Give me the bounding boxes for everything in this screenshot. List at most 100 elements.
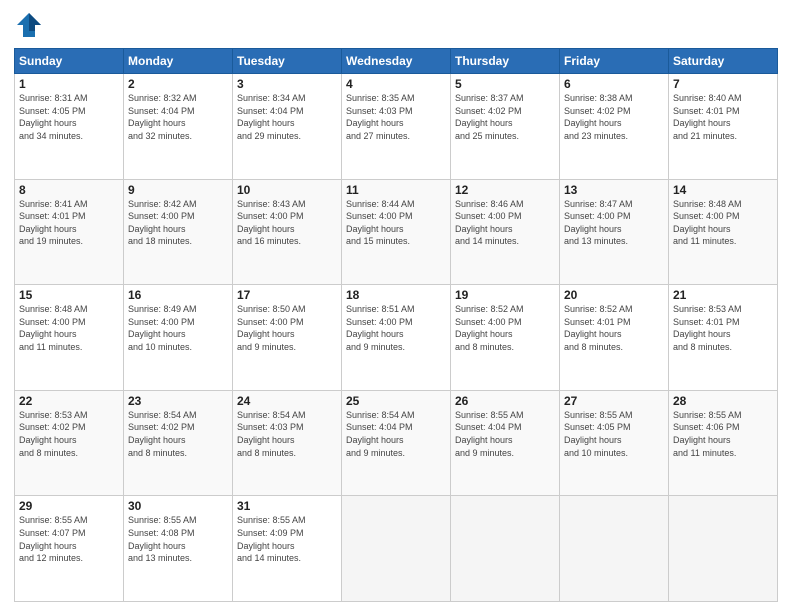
week-row-3: 15 Sunrise: 8:48 AM Sunset: 4:00 PM Dayl… — [15, 285, 778, 391]
day-number: 16 — [128, 288, 228, 302]
dow-header-tuesday: Tuesday — [233, 49, 342, 74]
day-cell-6: 6 Sunrise: 8:38 AM Sunset: 4:02 PM Dayli… — [560, 74, 669, 180]
dow-header-thursday: Thursday — [451, 49, 560, 74]
day-number: 9 — [128, 183, 228, 197]
day-number: 5 — [455, 77, 555, 91]
week-row-1: 1 Sunrise: 8:31 AM Sunset: 4:05 PM Dayli… — [15, 74, 778, 180]
week-row-4: 22 Sunrise: 8:53 AM Sunset: 4:02 PM Dayl… — [15, 390, 778, 496]
day-number: 14 — [673, 183, 773, 197]
day-detail: Sunrise: 8:55 AM Sunset: 4:07 PM Dayligh… — [19, 514, 119, 564]
day-number: 19 — [455, 288, 555, 302]
day-number: 29 — [19, 499, 119, 513]
day-cell-31: 31 Sunrise: 8:55 AM Sunset: 4:09 PM Dayl… — [233, 496, 342, 602]
day-cell-27: 27 Sunrise: 8:55 AM Sunset: 4:05 PM Dayl… — [560, 390, 669, 496]
dow-header-friday: Friday — [560, 49, 669, 74]
main-container: SundayMondayTuesdayWednesdayThursdayFrid… — [0, 0, 792, 612]
day-number: 31 — [237, 499, 337, 513]
day-cell-7: 7 Sunrise: 8:40 AM Sunset: 4:01 PM Dayli… — [669, 74, 778, 180]
day-detail: Sunrise: 8:54 AM Sunset: 4:02 PM Dayligh… — [128, 409, 228, 459]
calendar-table: SundayMondayTuesdayWednesdayThursdayFrid… — [14, 48, 778, 602]
day-cell-12: 12 Sunrise: 8:46 AM Sunset: 4:00 PM Dayl… — [451, 179, 560, 285]
day-detail: Sunrise: 8:52 AM Sunset: 4:00 PM Dayligh… — [455, 303, 555, 353]
day-detail: Sunrise: 8:50 AM Sunset: 4:00 PM Dayligh… — [237, 303, 337, 353]
day-of-week-header-row: SundayMondayTuesdayWednesdayThursdayFrid… — [15, 49, 778, 74]
day-number: 10 — [237, 183, 337, 197]
day-cell-19: 19 Sunrise: 8:52 AM Sunset: 4:00 PM Dayl… — [451, 285, 560, 391]
day-cell-23: 23 Sunrise: 8:54 AM Sunset: 4:02 PM Dayl… — [124, 390, 233, 496]
day-cell-8: 8 Sunrise: 8:41 AM Sunset: 4:01 PM Dayli… — [15, 179, 124, 285]
day-number: 15 — [19, 288, 119, 302]
day-detail: Sunrise: 8:35 AM Sunset: 4:03 PM Dayligh… — [346, 92, 446, 142]
day-number: 3 — [237, 77, 337, 91]
day-detail: Sunrise: 8:49 AM Sunset: 4:00 PM Dayligh… — [128, 303, 228, 353]
day-cell-18: 18 Sunrise: 8:51 AM Sunset: 4:00 PM Dayl… — [342, 285, 451, 391]
day-number: 17 — [237, 288, 337, 302]
day-detail: Sunrise: 8:40 AM Sunset: 4:01 PM Dayligh… — [673, 92, 773, 142]
day-number: 11 — [346, 183, 446, 197]
day-cell-25: 25 Sunrise: 8:54 AM Sunset: 4:04 PM Dayl… — [342, 390, 451, 496]
day-cell-4: 4 Sunrise: 8:35 AM Sunset: 4:03 PM Dayli… — [342, 74, 451, 180]
day-number: 28 — [673, 394, 773, 408]
day-number: 24 — [237, 394, 337, 408]
day-detail: Sunrise: 8:47 AM Sunset: 4:00 PM Dayligh… — [564, 198, 664, 248]
header — [14, 10, 778, 40]
day-cell-30: 30 Sunrise: 8:55 AM Sunset: 4:08 PM Dayl… — [124, 496, 233, 602]
day-number: 2 — [128, 77, 228, 91]
calendar-body: 1 Sunrise: 8:31 AM Sunset: 4:05 PM Dayli… — [15, 74, 778, 602]
day-number: 21 — [673, 288, 773, 302]
logo — [14, 10, 48, 40]
day-cell-11: 11 Sunrise: 8:44 AM Sunset: 4:00 PM Dayl… — [342, 179, 451, 285]
day-detail: Sunrise: 8:52 AM Sunset: 4:01 PM Dayligh… — [564, 303, 664, 353]
day-detail: Sunrise: 8:34 AM Sunset: 4:04 PM Dayligh… — [237, 92, 337, 142]
week-row-2: 8 Sunrise: 8:41 AM Sunset: 4:01 PM Dayli… — [15, 179, 778, 285]
day-number: 25 — [346, 394, 446, 408]
day-cell-20: 20 Sunrise: 8:52 AM Sunset: 4:01 PM Dayl… — [560, 285, 669, 391]
day-number: 20 — [564, 288, 664, 302]
empty-cell — [669, 496, 778, 602]
day-detail: Sunrise: 8:55 AM Sunset: 4:06 PM Dayligh… — [673, 409, 773, 459]
empty-cell — [560, 496, 669, 602]
day-cell-14: 14 Sunrise: 8:48 AM Sunset: 4:00 PM Dayl… — [669, 179, 778, 285]
day-detail: Sunrise: 8:31 AM Sunset: 4:05 PM Dayligh… — [19, 92, 119, 142]
dow-header-sunday: Sunday — [15, 49, 124, 74]
day-cell-10: 10 Sunrise: 8:43 AM Sunset: 4:00 PM Dayl… — [233, 179, 342, 285]
day-number: 6 — [564, 77, 664, 91]
dow-header-monday: Monday — [124, 49, 233, 74]
day-number: 1 — [19, 77, 119, 91]
day-detail: Sunrise: 8:48 AM Sunset: 4:00 PM Dayligh… — [673, 198, 773, 248]
day-cell-15: 15 Sunrise: 8:48 AM Sunset: 4:00 PM Dayl… — [15, 285, 124, 391]
day-cell-1: 1 Sunrise: 8:31 AM Sunset: 4:05 PM Dayli… — [15, 74, 124, 180]
logo-icon — [14, 10, 44, 40]
day-number: 7 — [673, 77, 773, 91]
day-cell-28: 28 Sunrise: 8:55 AM Sunset: 4:06 PM Dayl… — [669, 390, 778, 496]
day-cell-3: 3 Sunrise: 8:34 AM Sunset: 4:04 PM Dayli… — [233, 74, 342, 180]
day-cell-21: 21 Sunrise: 8:53 AM Sunset: 4:01 PM Dayl… — [669, 285, 778, 391]
day-cell-17: 17 Sunrise: 8:50 AM Sunset: 4:00 PM Dayl… — [233, 285, 342, 391]
day-detail: Sunrise: 8:55 AM Sunset: 4:09 PM Dayligh… — [237, 514, 337, 564]
day-cell-22: 22 Sunrise: 8:53 AM Sunset: 4:02 PM Dayl… — [15, 390, 124, 496]
day-detail: Sunrise: 8:46 AM Sunset: 4:00 PM Dayligh… — [455, 198, 555, 248]
day-number: 26 — [455, 394, 555, 408]
day-detail: Sunrise: 8:43 AM Sunset: 4:00 PM Dayligh… — [237, 198, 337, 248]
day-detail: Sunrise: 8:42 AM Sunset: 4:00 PM Dayligh… — [128, 198, 228, 248]
day-cell-13: 13 Sunrise: 8:47 AM Sunset: 4:00 PM Dayl… — [560, 179, 669, 285]
day-detail: Sunrise: 8:55 AM Sunset: 4:04 PM Dayligh… — [455, 409, 555, 459]
empty-cell — [451, 496, 560, 602]
day-detail: Sunrise: 8:53 AM Sunset: 4:01 PM Dayligh… — [673, 303, 773, 353]
day-detail: Sunrise: 8:44 AM Sunset: 4:00 PM Dayligh… — [346, 198, 446, 248]
day-detail: Sunrise: 8:48 AM Sunset: 4:00 PM Dayligh… — [19, 303, 119, 353]
day-detail: Sunrise: 8:54 AM Sunset: 4:04 PM Dayligh… — [346, 409, 446, 459]
day-detail: Sunrise: 8:37 AM Sunset: 4:02 PM Dayligh… — [455, 92, 555, 142]
day-number: 12 — [455, 183, 555, 197]
day-detail: Sunrise: 8:55 AM Sunset: 4:05 PM Dayligh… — [564, 409, 664, 459]
day-cell-29: 29 Sunrise: 8:55 AM Sunset: 4:07 PM Dayl… — [15, 496, 124, 602]
day-detail: Sunrise: 8:54 AM Sunset: 4:03 PM Dayligh… — [237, 409, 337, 459]
day-detail: Sunrise: 8:41 AM Sunset: 4:01 PM Dayligh… — [19, 198, 119, 248]
day-cell-2: 2 Sunrise: 8:32 AM Sunset: 4:04 PM Dayli… — [124, 74, 233, 180]
day-detail: Sunrise: 8:38 AM Sunset: 4:02 PM Dayligh… — [564, 92, 664, 142]
day-number: 13 — [564, 183, 664, 197]
dow-header-saturday: Saturday — [669, 49, 778, 74]
day-number: 22 — [19, 394, 119, 408]
day-number: 4 — [346, 77, 446, 91]
week-row-5: 29 Sunrise: 8:55 AM Sunset: 4:07 PM Dayl… — [15, 496, 778, 602]
